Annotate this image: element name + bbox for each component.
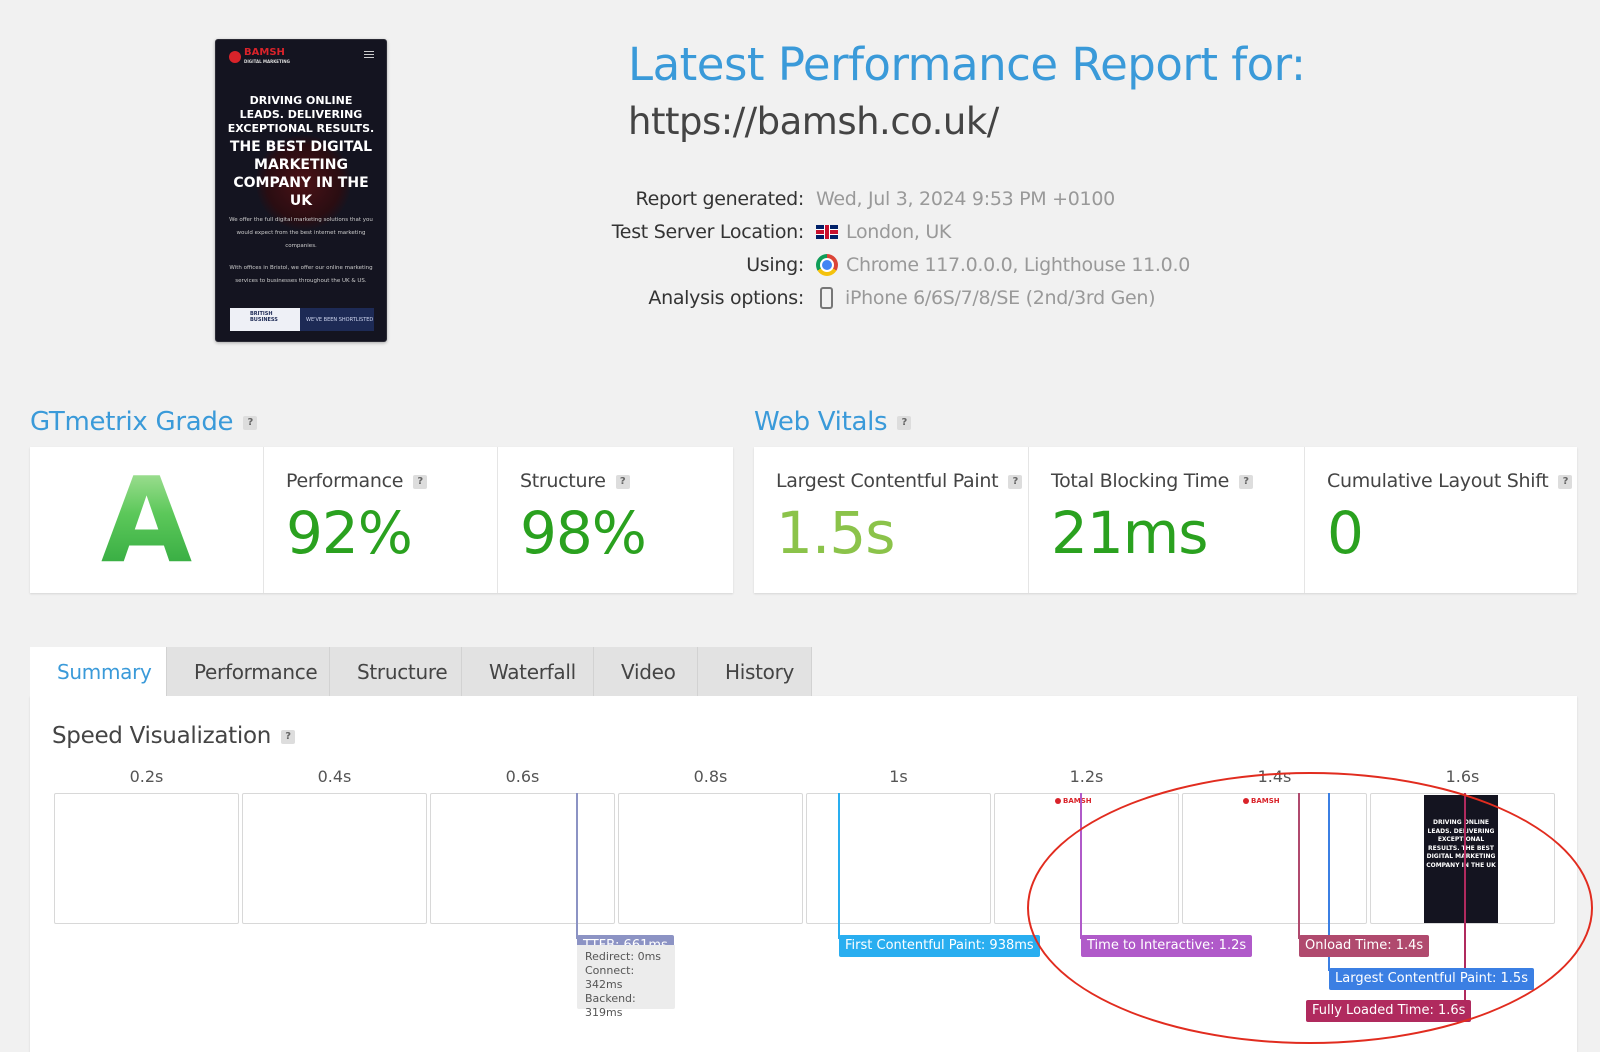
help-icon[interactable]: ? (1008, 474, 1023, 489)
tbt-cell: Total Blocking Time? 21ms (1029, 447, 1305, 593)
ttfb-connect: Connect: 342ms (585, 964, 635, 991)
fcp-label[interactable]: First Contentful Paint: 938ms (839, 935, 1040, 957)
meta-row-using: Using: Chrome 117.0.0.0, Lighthouse 11.0… (560, 248, 1220, 281)
ttfb-redirect: Redirect: 0ms (585, 950, 662, 963)
chrome-icon (816, 253, 838, 276)
hero-headline-big: THE BEST DIGITAL MARKETING COMPANY IN TH… (229, 139, 373, 209)
web-vitals-card: Largest Contentful Paint? 1.5s Total Blo… (754, 447, 1577, 593)
cls-value: 0 (1327, 499, 1364, 567)
logo-subtext: DIGITAL MARKETING (244, 59, 290, 64)
page-screenshot-thumbnail[interactable]: BAMSH DIGITAL MARKETING DRIVING ONLINE LE… (215, 39, 387, 342)
timeline-tick: 1.2s (1069, 767, 1104, 786)
lcp-label: Largest Contentful Paint (776, 470, 999, 492)
structure-label: Structure (520, 470, 606, 492)
performance-value: 92% (286, 499, 413, 567)
timeline-tick: 0.2s (129, 767, 164, 786)
meta-row-generated: Report generated: Wed, Jul 3, 2024 9:53 … (560, 182, 1220, 215)
tab-video[interactable]: Video (594, 647, 698, 696)
site-logo: BAMSH DIGITAL MARKETING (229, 48, 290, 66)
uk-flag-icon (816, 224, 838, 239)
help-icon[interactable]: ? (1239, 474, 1254, 489)
help-icon[interactable]: ? (1558, 474, 1573, 489)
report-url[interactable]: https://bamsh.co.uk/ (628, 100, 999, 143)
meta-value: London, UK (846, 220, 952, 243)
grade-card: A Performance? 92% Structure? 98% (30, 447, 733, 593)
ttfb-backend: Backend: 319ms (585, 992, 636, 1019)
speed-visualization-title: Speed Visualization (52, 723, 271, 749)
report-title: Latest Performance Report for: (628, 38, 1306, 91)
filmstrip-frame[interactable] (618, 793, 803, 924)
hero-body-text-2: With offices in Bristol, we offer our on… (229, 265, 373, 284)
meta-row-analysis: Analysis options: iPhone 6/6S/7/8/SE (2n… (560, 281, 1220, 314)
grade-letter: A (30, 455, 263, 585)
gtmetrix-grade-heading: GTmetrix Grade? (30, 407, 258, 437)
ttfb-breakdown: Redirect: 0ms Connect: 342ms Backend: 31… (577, 945, 675, 1019)
help-icon[interactable]: ? (243, 415, 258, 430)
meta-value: Wed, Jul 3, 2024 9:53 PM +0100 (816, 187, 1115, 210)
help-icon[interactable]: ? (897, 415, 912, 430)
filmstrip-frame[interactable] (54, 793, 239, 924)
performance-label: Performance (286, 470, 404, 492)
tab-waterfall[interactable]: Waterfall (462, 647, 594, 696)
meta-row-location: Test Server Location: London, UK (560, 215, 1220, 248)
filmstrip-frame[interactable] (242, 793, 427, 924)
meta-label: Test Server Location: (611, 220, 805, 243)
filmstrip-frame[interactable] (806, 793, 991, 924)
timeline-tick: 0.4s (317, 767, 352, 786)
speed-visualization-heading: Speed Visualization? (52, 723, 295, 749)
hero-headline-small: DRIVING ONLINE LEADS. DELIVERING EXCEPTI… (227, 94, 375, 135)
performance-cell: Performance? 92% (264, 447, 498, 593)
web-vitals-title: Web Vitals (754, 407, 888, 437)
hero-body-text-1: We offer the full digital marketing solu… (229, 217, 373, 249)
fcp-marker-line (838, 793, 840, 939)
structure-value: 98% (520, 499, 647, 567)
report-tabs: Summary Performance Structure Waterfall … (30, 647, 812, 696)
hamburger-menu-icon (364, 51, 374, 58)
cls-label: Cumulative Layout Shift (1327, 470, 1549, 492)
tab-history[interactable]: History (698, 647, 812, 696)
meta-label: Using: (746, 253, 804, 276)
filmstrip-frame[interactable] (430, 793, 615, 924)
annotation-circle (1027, 772, 1593, 1044)
frame-logo: BAMSH (1055, 797, 1092, 805)
report-meta: Report generated: Wed, Jul 3, 2024 9:53 … (560, 182, 1220, 314)
grade-cell: A (30, 447, 264, 593)
timeline-tick: 0.8s (693, 767, 728, 786)
cls-cell: Cumulative Layout Shift? 0 (1305, 447, 1577, 593)
tab-summary[interactable]: Summary (30, 647, 167, 696)
tbt-value: 21ms (1051, 499, 1209, 567)
meta-label: Report generated: (635, 187, 805, 210)
lcp-value: 1.5s (776, 499, 895, 567)
structure-cell: Structure? 98% (498, 447, 733, 593)
tbt-label: Total Blocking Time (1051, 470, 1230, 492)
ttfb-marker-line (576, 793, 578, 939)
phone-icon (820, 286, 833, 309)
web-vitals-heading: Web Vitals? (754, 407, 912, 437)
meta-label: Analysis options: (648, 286, 804, 309)
banner-left-text: BRITISH BUSINESS (230, 308, 300, 331)
help-icon[interactable]: ? (615, 474, 630, 489)
logo-icon (229, 51, 241, 63)
timeline-tick: 0.6s (505, 767, 540, 786)
lcp-cell: Largest Contentful Paint? 1.5s (754, 447, 1029, 593)
help-icon[interactable]: ? (281, 729, 295, 744)
help-icon[interactable]: ? (413, 474, 428, 489)
gtmetrix-grade-title: GTmetrix Grade (30, 407, 234, 437)
timeline-tick: 1s (889, 767, 908, 786)
meta-value: iPhone 6/6S/7/8/SE (2nd/3rd Gen) (845, 286, 1156, 309)
award-banner: BRITISH BUSINESS WE'VE BEEN SHORTLISTED (230, 308, 374, 331)
tab-structure[interactable]: Structure (330, 647, 462, 696)
tab-performance[interactable]: Performance (167, 647, 330, 696)
meta-value: Chrome 117.0.0.0, Lighthouse 11.0.0 (846, 253, 1190, 276)
banner-right-text: WE'VE BEEN SHORTLISTED (306, 316, 374, 323)
